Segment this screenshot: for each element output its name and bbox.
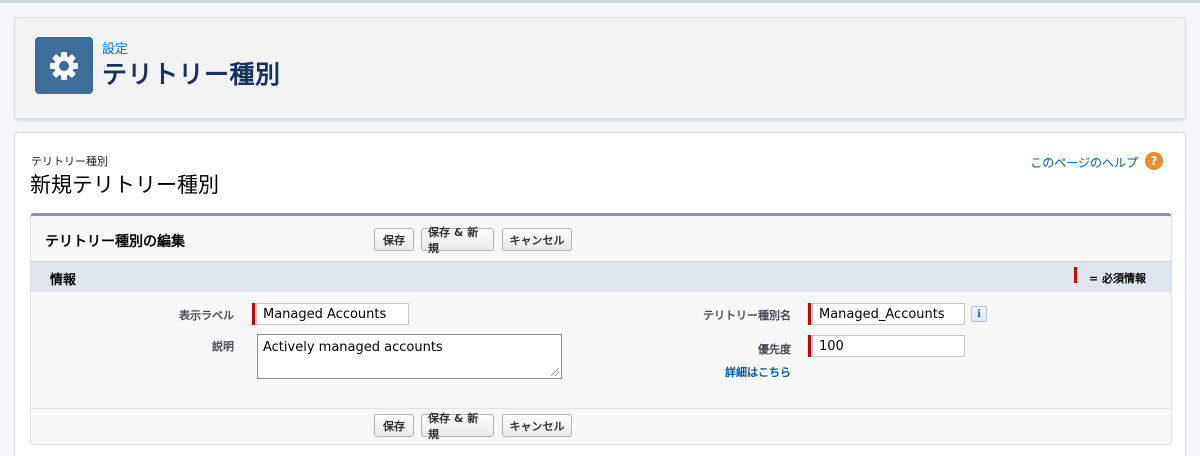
info-icon[interactable]: i: [971, 306, 987, 322]
resize-grip-icon[interactable]: [551, 368, 559, 376]
save-new-button[interactable]: 保存 & 新規: [421, 226, 494, 255]
help-icon[interactable]: ?: [1145, 152, 1163, 170]
priority-field-label: 優先度: [758, 343, 791, 356]
required-marker: [252, 303, 255, 325]
required-marker: [808, 303, 811, 325]
label-field-label: 表示ラベル: [179, 309, 234, 322]
section-header: 情報 = 必須情報: [31, 261, 1171, 292]
description-text: Actively managed accounts: [263, 340, 443, 355]
section-title: 情報: [50, 273, 77, 288]
required-marker: [808, 335, 811, 357]
api-name-field-label: テリトリー種別名: [703, 309, 791, 322]
object-breadcrumb: テリトリー種別: [31, 155, 108, 168]
record-title: 新規テリトリー種別: [30, 173, 219, 197]
required-marker-legend: [1074, 267, 1077, 283]
setup-header: 設定 テリトリー種別: [14, 17, 1186, 119]
required-legend: = 必須情報: [1089, 272, 1147, 285]
save-button-bottom[interactable]: 保存: [374, 414, 414, 437]
edit-title: テリトリー種別の編集: [45, 234, 185, 250]
description-textarea[interactable]: Actively managed accounts: [257, 334, 562, 379]
help-link[interactable]: このページのヘルプ: [1030, 154, 1138, 171]
save-button[interactable]: 保存: [374, 228, 414, 251]
divider: [31, 408, 1171, 409]
edit-form: テリトリー種別の編集 保存 保存 & 新規 キャンセル 情報 = 必須情報 表示…: [30, 213, 1172, 445]
label-input[interactable]: Managed Accounts: [256, 303, 409, 325]
cancel-button-bottom[interactable]: キャンセル: [502, 414, 572, 437]
description-field-label: 説明: [212, 340, 234, 353]
details-link[interactable]: 詳細はこちら: [725, 364, 791, 380]
api-name-input[interactable]: Managed_Accounts: [812, 303, 965, 325]
save-new-button-bottom[interactable]: 保存 & 新規: [421, 412, 494, 441]
priority-input[interactable]: 100: [812, 335, 965, 357]
main-content: テリトリー種別 新規テリトリー種別 このページのヘルプ ? テリトリー種別の編集…: [14, 132, 1186, 456]
top-border: [0, 0, 1200, 3]
page-title: テリトリー種別: [102, 60, 281, 89]
cancel-button[interactable]: キャンセル: [502, 228, 572, 251]
gear-icon: [35, 37, 93, 94]
